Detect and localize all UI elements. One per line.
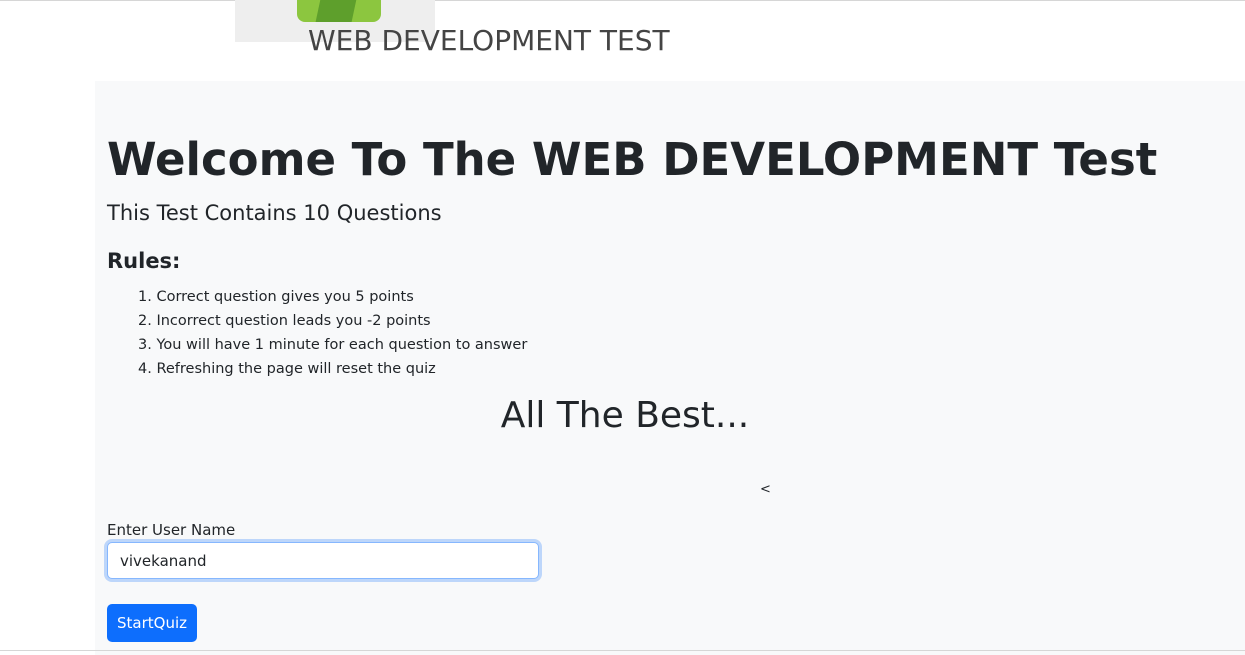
rule-item: 2. Incorrect question leads you -2 point… [138,313,431,329]
rule-text: Correct question gives you 5 points [156,289,414,305]
site-title: WEB DEVELOPMENT TEST [308,24,670,57]
rule-item: 1. Correct question gives you 5 points [138,289,414,305]
rule-text: You will have 1 minute for each question… [156,337,528,353]
rule-text: Incorrect question leads you -2 points [156,313,431,329]
bottom-border [0,650,1245,651]
welcome-heading: Welcome To The WEB DEVELOPMENT Test [107,133,1158,186]
main-content: Welcome To The WEB DEVELOPMENT Test This… [95,81,1245,655]
stray-character: < [760,482,771,497]
top-border [0,0,1245,1]
username-input[interactable] [107,542,539,579]
rules-heading: Rules: [107,249,181,273]
logo-shape-accent [315,0,359,22]
start-quiz-button[interactable]: StartQuiz [107,604,197,642]
question-count-text: This Test Contains 10 Questions [107,201,442,225]
rules-list: 1. Correct question gives you 5 points 2… [138,285,527,381]
rule-item: 3. You will have 1 minute for each quest… [138,337,528,353]
rule-item: 4. Refreshing the page will reset the qu… [138,361,436,377]
rule-text: Refreshing the page will reset the quiz [156,361,436,377]
all-the-best-message: All The Best... [500,395,750,436]
username-label: Enter User Name [107,521,236,539]
